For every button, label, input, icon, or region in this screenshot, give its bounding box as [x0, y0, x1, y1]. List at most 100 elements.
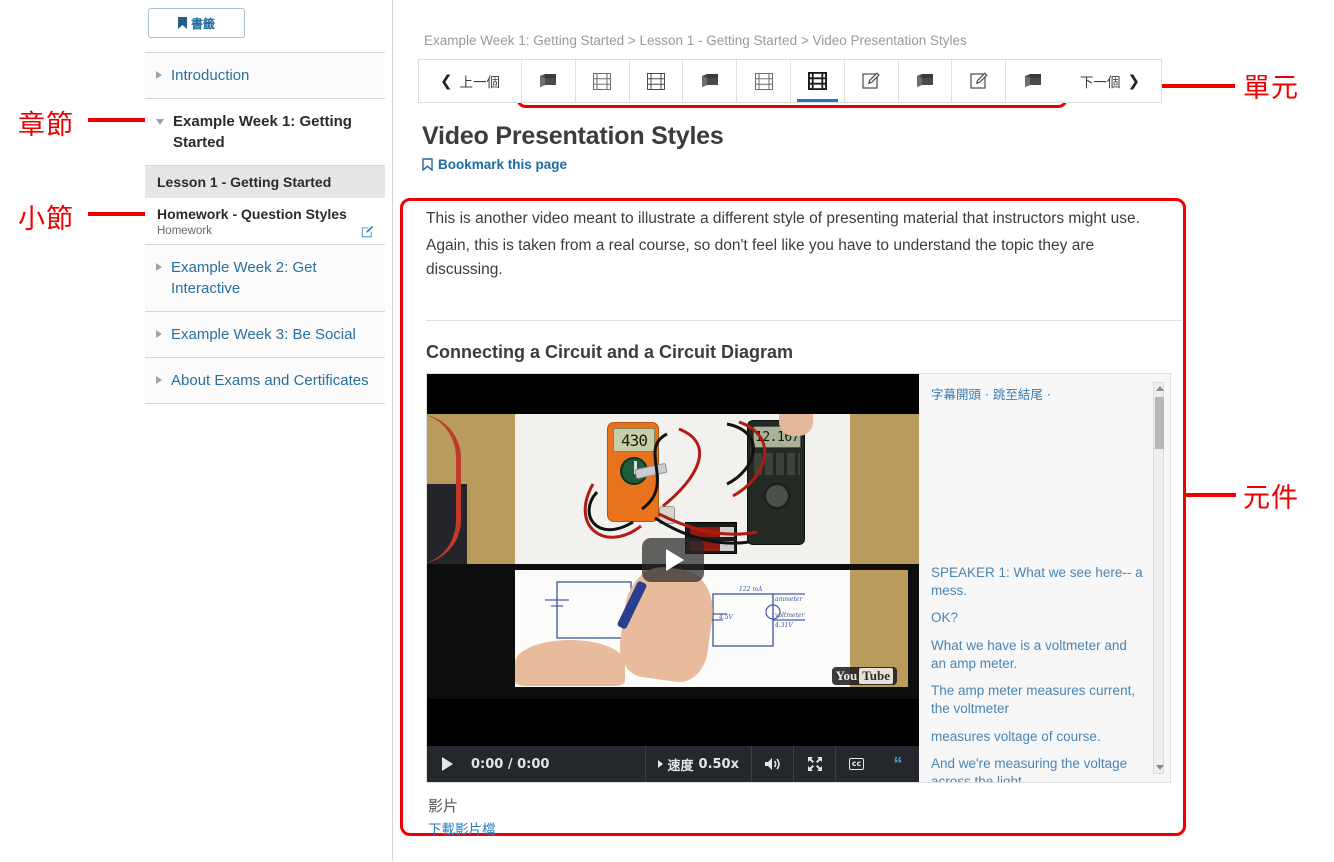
chapter-list: Introduction Example Week 1: Getting Sta… — [145, 52, 385, 404]
playback-speed-control[interactable]: 速度 0.50x — [644, 746, 751, 783]
chevron-right-icon: ❯ — [1127, 72, 1141, 90]
scrollbar-thumb[interactable] — [1155, 397, 1164, 450]
play-triangle-icon — [666, 549, 684, 572]
transcript-line[interactable]: SPEAKER 1: What we see here-- a mess. — [931, 564, 1144, 600]
diagram-label-ammeter: ammeter — [775, 596, 803, 604]
download-video-link[interactable]: 下載影片檔 — [428, 818, 1186, 838]
pencil-paper-icon — [862, 72, 880, 89]
sidebar-section-homework[interactable]: Homework - Question Styles Homework — [145, 198, 385, 243]
transcript-line[interactable]: OK? — [931, 609, 1144, 627]
unit-tab-5-video[interactable] — [736, 60, 790, 102]
video-time-display: 0:00 / 0:00 — [471, 756, 550, 772]
speed-value: 0.50x — [698, 756, 739, 772]
annotation-label-unit: 單元 — [1243, 73, 1299, 104]
sidebar-chapter-example-week-2[interactable]: Example Week 2: Get Interactive — [145, 244, 385, 312]
sidebar-chapter-about-exams[interactable]: About Exams and Certificates — [145, 357, 385, 404]
unit-icon-list — [521, 60, 1059, 102]
bookmarks-button-label: 書籤 — [190, 16, 215, 31]
play-icon — [441, 757, 453, 772]
breadcrumb: Example Week 1: Getting Started > Lesson… — [424, 33, 967, 48]
video-column: 430 12.167 122 mA ammeter voltmeter 4.31… — [427, 374, 919, 783]
edit-icon[interactable] — [361, 225, 374, 238]
chapter-label: Example Week 2: Get Interactive — [171, 258, 317, 297]
unit-tab-4-reading[interactable] — [682, 60, 737, 102]
chapter-label: Introduction — [171, 67, 250, 84]
section-list: Lesson 1 - Getting Started Homework - Qu… — [145, 166, 385, 245]
chevron-right-icon — [156, 329, 162, 338]
unit-tab-2-video[interactable] — [574, 60, 629, 102]
annotation-leader-component — [1186, 493, 1236, 497]
film-icon — [807, 72, 827, 90]
caret-right-icon — [657, 760, 663, 769]
transcript-toggle-button[interactable]: “ — [877, 746, 919, 782]
previous-unit-button[interactable]: ❮ 上一個 — [419, 60, 521, 102]
chevron-right-icon — [156, 71, 162, 79]
play-overlay-button[interactable] — [642, 538, 704, 583]
fullscreen-button[interactable] — [793, 746, 835, 783]
unit-tab-6-video-active[interactable] — [789, 60, 844, 102]
chevron-left-icon: ❮ — [439, 72, 453, 90]
scroll-down-button[interactable] — [1155, 763, 1164, 772]
unit-tab-7-problem[interactable] — [843, 60, 898, 102]
transcript-line[interactable]: measures voltage of course. — [931, 728, 1144, 746]
page-title: Video Presentation Styles — [422, 122, 724, 150]
book-icon — [540, 73, 557, 87]
content-divider-rule — [426, 320, 1182, 322]
unit-navigation-bar: ❮ 上一個 下一個 ❯ — [418, 59, 1162, 103]
download-section-title: 影片 — [428, 797, 459, 816]
unit-tab-10-reading[interactable] — [1005, 60, 1059, 102]
content-divider — [392, 0, 393, 861]
pencil-paper-icon — [970, 72, 988, 89]
bookmark-this-page-label: Bookmark this page — [438, 157, 568, 172]
transcript-line[interactable]: What we have is a voltmeter and an amp m… — [931, 637, 1144, 673]
book-icon — [701, 73, 718, 87]
video-transcript-panel[interactable]: 字幕開頭 · 跳至結尾 · SPEAKER 1: What we see her… — [919, 374, 1170, 783]
youtube-watermark: You Tube — [831, 667, 897, 686]
diagram-label-source: 4.5V — [719, 614, 733, 622]
intro-paragraph-2: Again, this is taken from a real course,… — [426, 237, 1095, 279]
annotation-label-section: 小節 — [18, 204, 74, 235]
transcript-line[interactable]: And we're measuring the voltage across t… — [931, 755, 1144, 782]
course-outline-sidebar: 書籤 Introduction Example Week 1: Getting … — [145, 8, 385, 404]
section-label: Lesson 1 - Getting Started — [157, 174, 332, 190]
transcript-line[interactable]: The amp meter measures current, the volt… — [931, 682, 1144, 718]
transcript-header-links[interactable]: 字幕開頭 · 跳至結尾 · — [931, 384, 1148, 403]
next-unit-button[interactable]: 下一個 ❯ — [1059, 60, 1161, 102]
volume-icon — [764, 758, 780, 771]
arrow-up-icon — [1155, 386, 1164, 392]
annotation-label-component: 元件 — [1243, 483, 1299, 514]
chevron-right-icon — [156, 375, 162, 384]
closed-captions-button[interactable]: cc — [835, 746, 877, 783]
sidebar-chapter-example-week-3[interactable]: Example Week 3: Be Social — [145, 311, 385, 358]
video-control-bar: 0:00 / 0:00 速度 0.50x cc “ — [427, 746, 919, 783]
video-frame-circuit-diagram: 122 mA ammeter voltmeter 4.31V 4.5V You … — [427, 562, 919, 700]
sidebar-section-lesson-1[interactable]: Lesson 1 - Getting Started — [145, 166, 385, 199]
instructor-hand-left — [515, 640, 625, 687]
transcript-lines: SPEAKER 1: What we see here-- a mess. OK… — [931, 564, 1144, 782]
unit-tab-3-video[interactable] — [628, 60, 683, 102]
volume-button[interactable] — [751, 746, 793, 783]
fullscreen-icon — [807, 757, 822, 772]
unit-tab-1-reading[interactable] — [521, 60, 575, 102]
bookmarks-button[interactable]: 書籤 — [148, 8, 245, 38]
section-label: Homework - Question Styles — [157, 206, 347, 223]
arrow-down-icon — [1155, 765, 1164, 771]
video-heading: Connecting a Circuit and a Circuit Diagr… — [426, 342, 794, 363]
unit-tab-9-problem[interactable] — [951, 60, 1006, 102]
youtube-tube-text: Tube — [859, 668, 893, 685]
intro-paragraph-1: This is another video meant to illustrat… — [426, 210, 1140, 227]
scroll-up-button[interactable] — [1155, 384, 1164, 393]
chevron-right-icon — [156, 262, 162, 271]
book-icon — [1024, 73, 1041, 87]
sidebar-chapter-example-week-1[interactable]: Example Week 1: Getting Started — [145, 99, 385, 166]
chapter-label: Example Week 3: Be Social — [171, 325, 356, 343]
chapter-label: Example Week 1: Getting Started — [173, 113, 352, 151]
annotation-leader-chapter — [88, 118, 145, 122]
sidebar-chapter-introduction[interactable]: Introduction — [145, 53, 385, 99]
unit-tab-8-reading[interactable] — [897, 60, 952, 102]
play-pause-button[interactable] — [427, 757, 467, 772]
transcript-scrollbar[interactable] — [1153, 382, 1164, 775]
previous-unit-label: 上一個 — [459, 75, 501, 91]
video-stage[interactable]: 430 12.167 122 mA ammeter voltmeter 4.31… — [427, 374, 919, 747]
bookmark-this-page-link[interactable]: Bookmark this page — [422, 157, 1188, 172]
